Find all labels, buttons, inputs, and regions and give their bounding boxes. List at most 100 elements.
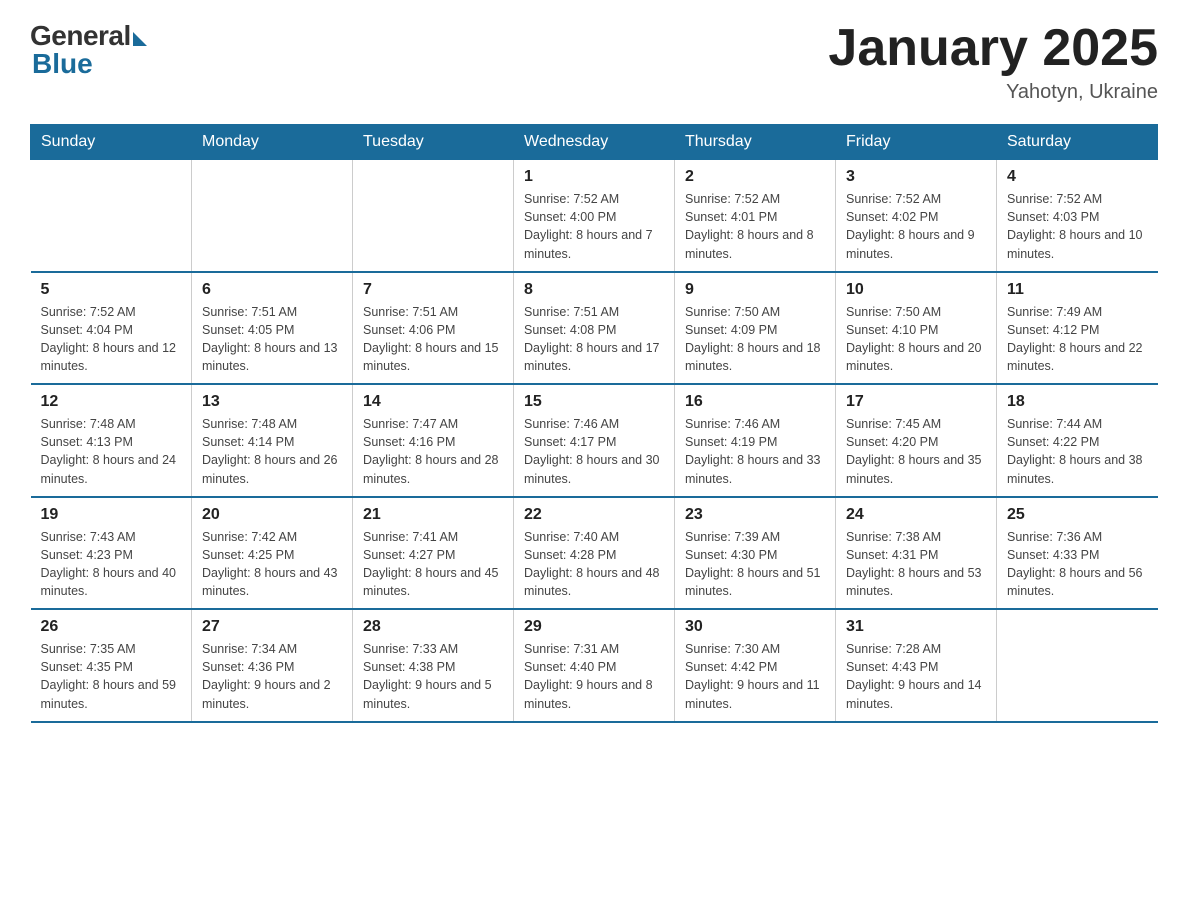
calendar-table: SundayMondayTuesdayWednesdayThursdayFrid… — [30, 124, 1158, 723]
header-row: SundayMondayTuesdayWednesdayThursdayFrid… — [31, 125, 1158, 160]
day-cell: 27 Sunrise: 7:34 AM Sunset: 4:36 PM Dayli… — [192, 609, 353, 722]
week-row-3: 12 Sunrise: 7:48 AM Sunset: 4:13 PM Dayli… — [31, 384, 1158, 497]
day-info: Sunrise: 7:51 AM Sunset: 4:08 PM Dayligh… — [524, 303, 664, 376]
day-cell: 5Sunrise: 7:52 AM Sunset: 4:04 PM Daylig… — [31, 272, 192, 385]
day-info: Sunrise: 7:39 AM Sunset: 4:30 PM Dayligh… — [685, 528, 825, 601]
day-number: 25 — [1007, 506, 1148, 524]
day-number: 15 — [524, 393, 664, 411]
day-number: 24 — [846, 506, 986, 524]
day-info: Sunrise: 7:33 AM Sunset: 4:38 PM Dayligh… — [363, 640, 503, 713]
header-cell-saturday: Saturday — [997, 125, 1158, 160]
day-number: 11 — [1007, 281, 1148, 299]
day-info: Sunrise: 7:34 AM Sunset: 4:36 PM Dayligh… — [202, 640, 342, 713]
day-cell: 15Sunrise: 7:46 AM Sunset: 4:17 PM Dayli… — [514, 384, 675, 497]
page-header: General Blue January 2025 Yahotyn, Ukrai… — [30, 20, 1158, 104]
month-title: January 2025 — [828, 20, 1158, 77]
day-info: Sunrise: 7:52 AM Sunset: 4:03 PM Dayligh… — [1007, 190, 1148, 263]
day-cell: 28 Sunrise: 7:33 AM Sunset: 4:38 PM Dayli… — [353, 609, 514, 722]
day-cell: 12 Sunrise: 7:48 AM Sunset: 4:13 PM Dayli… — [31, 384, 192, 497]
day-number: 31 — [846, 618, 986, 636]
header-cell-wednesday: Wednesday — [514, 125, 675, 160]
day-cell: 24 Sunrise: 7:38 AM Sunset: 4:31 PM Dayli… — [836, 497, 997, 610]
day-number: 1 — [524, 168, 664, 186]
day-info: Sunrise: 7:36 AM Sunset: 4:33 PM Dayligh… — [1007, 528, 1148, 601]
day-info: Sunrise: 7:44 AM Sunset: 4:22 PM Dayligh… — [1007, 415, 1148, 488]
day-number: 26 — [41, 618, 182, 636]
day-cell: 22 Sunrise: 7:40 AM Sunset: 4:28 PM Dayli… — [514, 497, 675, 610]
header-cell-thursday: Thursday — [675, 125, 836, 160]
day-info: Sunrise: 7:30 AM Sunset: 4:42 PM Dayligh… — [685, 640, 825, 713]
day-cell: 11Sunrise: 7:49 AM Sunset: 4:12 PM Dayli… — [997, 272, 1158, 385]
day-number: 13 — [202, 393, 342, 411]
day-info: Sunrise: 7:50 AM Sunset: 4:10 PM Dayligh… — [846, 303, 986, 376]
day-cell: 30 Sunrise: 7:30 AM Sunset: 4:42 PM Dayli… — [675, 609, 836, 722]
day-info: Sunrise: 7:51 AM Sunset: 4:05 PM Dayligh… — [202, 303, 342, 376]
day-cell — [997, 609, 1158, 722]
day-info: Sunrise: 7:47 AM Sunset: 4:16 PM Dayligh… — [363, 415, 503, 488]
week-row-2: 5Sunrise: 7:52 AM Sunset: 4:04 PM Daylig… — [31, 272, 1158, 385]
day-number: 2 — [685, 168, 825, 186]
day-number: 27 — [202, 618, 342, 636]
day-number: 22 — [524, 506, 664, 524]
day-number: 8 — [524, 281, 664, 299]
day-number: 17 — [846, 393, 986, 411]
day-cell — [353, 160, 514, 272]
day-info: Sunrise: 7:38 AM Sunset: 4:31 PM Dayligh… — [846, 528, 986, 601]
week-row-5: 26 Sunrise: 7:35 AM Sunset: 4:35 PM Dayli… — [31, 609, 1158, 722]
logo-blue-text: Blue — [32, 48, 93, 80]
day-number: 20 — [202, 506, 342, 524]
day-cell: 19Sunrise: 7:43 AM Sunset: 4:23 PM Dayli… — [31, 497, 192, 610]
day-number: 28 — [363, 618, 503, 636]
day-cell: 8 Sunrise: 7:51 AM Sunset: 4:08 PM Daylig… — [514, 272, 675, 385]
day-cell: 13 Sunrise: 7:48 AM Sunset: 4:14 PM Dayli… — [192, 384, 353, 497]
day-number: 10 — [846, 281, 986, 299]
day-number: 4 — [1007, 168, 1148, 186]
day-cell: 26 Sunrise: 7:35 AM Sunset: 4:35 PM Dayli… — [31, 609, 192, 722]
day-info: Sunrise: 7:51 AM Sunset: 4:06 PM Dayligh… — [363, 303, 503, 376]
day-cell: 7Sunrise: 7:51 AM Sunset: 4:06 PM Daylig… — [353, 272, 514, 385]
day-number: 18 — [1007, 393, 1148, 411]
day-number: 16 — [685, 393, 825, 411]
logo: General Blue — [30, 20, 147, 80]
day-info: Sunrise: 7:52 AM Sunset: 4:04 PM Dayligh… — [41, 303, 182, 376]
day-info: Sunrise: 7:40 AM Sunset: 4:28 PM Dayligh… — [524, 528, 664, 601]
day-number: 30 — [685, 618, 825, 636]
location: Yahotyn, Ukraine — [828, 81, 1158, 104]
day-info: Sunrise: 7:50 AM Sunset: 4:09 PM Dayligh… — [685, 303, 825, 376]
calendar-header: SundayMondayTuesdayWednesdayThursdayFrid… — [31, 125, 1158, 160]
day-cell: 2 Sunrise: 7:52 AM Sunset: 4:01 PM Daylig… — [675, 160, 836, 272]
day-info: Sunrise: 7:35 AM Sunset: 4:35 PM Dayligh… — [41, 640, 182, 713]
day-number: 19 — [41, 506, 182, 524]
header-cell-tuesday: Tuesday — [353, 125, 514, 160]
day-cell: 1Sunrise: 7:52 AM Sunset: 4:00 PM Daylig… — [514, 160, 675, 272]
day-cell: 6Sunrise: 7:51 AM Sunset: 4:05 PM Daylig… — [192, 272, 353, 385]
calendar-body: 1Sunrise: 7:52 AM Sunset: 4:00 PM Daylig… — [31, 160, 1158, 722]
day-info: Sunrise: 7:48 AM Sunset: 4:14 PM Dayligh… — [202, 415, 342, 488]
day-number: 14 — [363, 393, 503, 411]
week-row-4: 19Sunrise: 7:43 AM Sunset: 4:23 PM Dayli… — [31, 497, 1158, 610]
header-cell-sunday: Sunday — [31, 125, 192, 160]
header-cell-monday: Monday — [192, 125, 353, 160]
day-number: 29 — [524, 618, 664, 636]
day-number: 12 — [41, 393, 182, 411]
day-number: 3 — [846, 168, 986, 186]
day-cell: 21Sunrise: 7:41 AM Sunset: 4:27 PM Dayli… — [353, 497, 514, 610]
day-info: Sunrise: 7:45 AM Sunset: 4:20 PM Dayligh… — [846, 415, 986, 488]
day-cell: 23 Sunrise: 7:39 AM Sunset: 4:30 PM Dayli… — [675, 497, 836, 610]
day-cell: 25 Sunrise: 7:36 AM Sunset: 4:33 PM Dayli… — [997, 497, 1158, 610]
day-cell: 14 Sunrise: 7:47 AM Sunset: 4:16 PM Dayli… — [353, 384, 514, 497]
day-info: Sunrise: 7:48 AM Sunset: 4:13 PM Dayligh… — [41, 415, 182, 488]
day-info: Sunrise: 7:52 AM Sunset: 4:01 PM Dayligh… — [685, 190, 825, 263]
day-cell — [192, 160, 353, 272]
day-info: Sunrise: 7:52 AM Sunset: 4:02 PM Dayligh… — [846, 190, 986, 263]
day-cell — [31, 160, 192, 272]
day-number: 9 — [685, 281, 825, 299]
day-info: Sunrise: 7:28 AM Sunset: 4:43 PM Dayligh… — [846, 640, 986, 713]
day-cell: 20Sunrise: 7:42 AM Sunset: 4:25 PM Dayli… — [192, 497, 353, 610]
day-info: Sunrise: 7:31 AM Sunset: 4:40 PM Dayligh… — [524, 640, 664, 713]
day-cell: 3 Sunrise: 7:52 AM Sunset: 4:02 PM Daylig… — [836, 160, 997, 272]
logo-arrow-icon — [133, 32, 147, 46]
day-cell: 10 Sunrise: 7:50 AM Sunset: 4:10 PM Dayli… — [836, 272, 997, 385]
day-cell: 31 Sunrise: 7:28 AM Sunset: 4:43 PM Dayli… — [836, 609, 997, 722]
day-number: 23 — [685, 506, 825, 524]
